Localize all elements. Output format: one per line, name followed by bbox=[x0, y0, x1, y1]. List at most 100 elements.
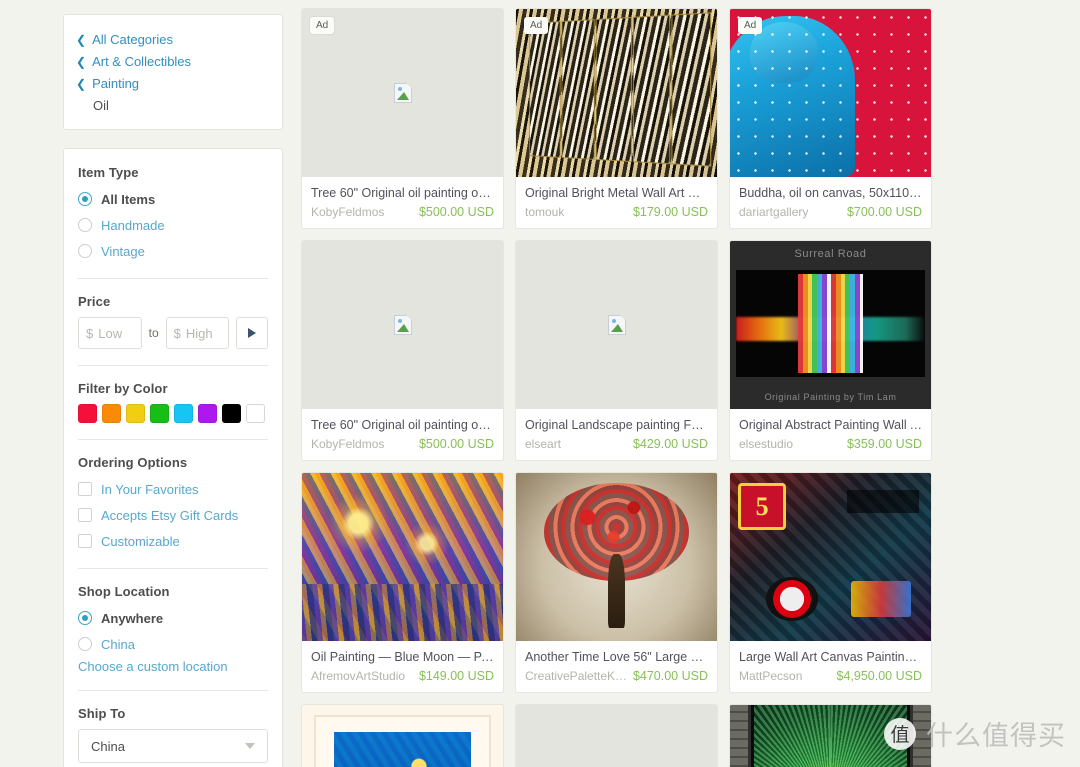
color-swatch-yellow[interactable] bbox=[126, 404, 145, 423]
listing-artwork-empty bbox=[516, 705, 717, 767]
listing-meta: Original Abstract Painting Wall Art ... … bbox=[730, 409, 931, 460]
listing-thumbnail[interactable] bbox=[516, 705, 717, 767]
divider bbox=[78, 568, 268, 569]
listing-thumbnail[interactable] bbox=[730, 705, 931, 767]
ad-badge: Ad bbox=[524, 17, 549, 34]
listing-card[interactable]: Ad Original Bright Metal Wall Art Mode..… bbox=[515, 8, 718, 229]
listing-price: $429.00 USD bbox=[632, 437, 708, 451]
price-low-input[interactable]: $ Low bbox=[78, 317, 142, 349]
color-swatch-green[interactable] bbox=[150, 404, 169, 423]
play-triangle-icon bbox=[248, 328, 257, 338]
radio-icon[interactable] bbox=[78, 218, 92, 232]
listing-thumbnail[interactable]: Ad bbox=[302, 9, 503, 177]
listing-card[interactable]: Tree 60" Original oil painting on ca... … bbox=[301, 240, 504, 461]
filters-panel: Item Type All Items Handmade Vintage Pri… bbox=[63, 148, 283, 767]
shop-location-option-china[interactable]: China bbox=[78, 633, 268, 655]
item-type-option-handmade[interactable]: Handmade bbox=[78, 214, 268, 236]
price-filter-row: $ Low to $ High bbox=[78, 317, 268, 349]
radio-icon[interactable] bbox=[78, 611, 92, 625]
shop-location-heading: Shop Location bbox=[78, 584, 170, 599]
listing-card[interactable] bbox=[515, 704, 718, 767]
category-link-art-collectibles[interactable]: ❮ Art & Collectibles bbox=[76, 51, 270, 73]
ordering-option-accepts-etsy-gift-cards[interactable]: Accepts Etsy Gift Cards bbox=[78, 504, 268, 526]
listing-shop-price-row: dariartgallery $700.00 USD bbox=[739, 205, 922, 219]
ship-to-select[interactable]: China bbox=[78, 729, 268, 763]
listing-thumbnail[interactable]: Surreal Road Original Painting by Tim La… bbox=[730, 241, 931, 409]
listing-card[interactable]: Surreal Road Original Painting by Tim La… bbox=[729, 240, 932, 461]
ordering-option-customizable[interactable]: Customizable bbox=[78, 530, 268, 552]
category-link-painting[interactable]: ❮ Painting bbox=[76, 73, 270, 95]
divider bbox=[78, 278, 268, 279]
listing-shop-name: KobyFeldmos bbox=[311, 437, 385, 451]
listing-price: $149.00 USD bbox=[418, 669, 494, 683]
listing-thumbnail[interactable] bbox=[730, 473, 931, 641]
listing-price: $470.00 USD bbox=[632, 669, 708, 683]
listing-title: Tree 60" Original oil painting on ca... bbox=[311, 418, 494, 432]
listing-title: Original Landscape painting Forest... bbox=[525, 418, 708, 432]
shop-location-option-anywhere[interactable]: Anywhere bbox=[78, 607, 268, 629]
category-label: Painting bbox=[92, 76, 140, 91]
listing-price: $179.00 USD bbox=[632, 205, 708, 219]
listing-card[interactable] bbox=[301, 704, 504, 767]
item-type-option-vintage[interactable]: Vintage bbox=[78, 240, 268, 262]
listing-shop-name: KobyFeldmos bbox=[311, 205, 385, 219]
listing-thumbnail[interactable]: Ad bbox=[516, 9, 717, 177]
color-swatch-purple[interactable] bbox=[198, 404, 217, 423]
listing-shop-price-row: tomouk $179.00 USD bbox=[525, 205, 708, 219]
listing-price: $500.00 USD bbox=[418, 437, 494, 451]
price-to-label: to bbox=[148, 326, 159, 340]
listing-artwork-green-metal bbox=[730, 705, 931, 767]
checkbox-icon[interactable] bbox=[78, 508, 92, 522]
listing-card[interactable]: Ad Buddha, oil on canvas, 50x110 cm, ...… bbox=[729, 8, 932, 229]
listing-price: $700.00 USD bbox=[846, 205, 922, 219]
listing-card[interactable]: Original Landscape painting Forest... el… bbox=[515, 240, 718, 461]
price-submit-button[interactable] bbox=[236, 317, 268, 349]
listing-shop-price-row: KobyFeldmos $500.00 USD bbox=[311, 205, 494, 219]
listing-card[interactable]: Another Time Love 56" Large Oil L... Cre… bbox=[515, 472, 718, 693]
color-swatch-white[interactable] bbox=[246, 404, 265, 423]
ordering-option-in-your-favorites[interactable]: In Your Favorites bbox=[78, 478, 268, 500]
option-label: Vintage bbox=[101, 243, 145, 259]
category-label: All Categories bbox=[92, 32, 173, 47]
search-results-page: ❮ All Categories ❮ Art & Collectibles ❮ … bbox=[0, 0, 1080, 767]
listing-thumbnail[interactable] bbox=[516, 241, 717, 409]
listing-shop-price-row: elsestudio $359.00 USD bbox=[739, 437, 922, 451]
listing-card[interactable]: Oil Painting — Blue Moon — PALETT... Afr… bbox=[301, 472, 504, 693]
ad-badge: Ad bbox=[738, 17, 763, 34]
listing-card[interactable]: Large Wall Art Canvas Painting Ori... Ma… bbox=[729, 472, 932, 693]
listing-thumbnail[interactable] bbox=[302, 705, 503, 767]
checkbox-icon[interactable] bbox=[78, 482, 92, 496]
category-link-all-categories[interactable]: ❮ All Categories bbox=[76, 29, 270, 51]
color-swatch-red[interactable] bbox=[78, 404, 97, 423]
listing-thumbnail[interactable]: Ad bbox=[730, 9, 931, 177]
listing-meta: Original Landscape painting Forest... el… bbox=[516, 409, 717, 460]
price-high-input[interactable]: $ High bbox=[165, 317, 230, 349]
option-label: Handmade bbox=[101, 217, 165, 233]
option-label: China bbox=[101, 636, 135, 652]
color-swatch-black[interactable] bbox=[222, 404, 241, 423]
chevron-down-icon bbox=[245, 743, 255, 749]
chevron-left-icon: ❮ bbox=[76, 77, 87, 91]
choose-custom-location-link[interactable]: Choose a custom location bbox=[78, 659, 268, 674]
radio-icon[interactable] bbox=[78, 244, 92, 258]
color-swatch-list bbox=[78, 404, 268, 423]
listing-card[interactable]: Ad Tree 60" Original oil painting on ca.… bbox=[301, 8, 504, 229]
chevron-left-icon: ❮ bbox=[76, 33, 87, 47]
artwork-caption-bottom: Original Painting by Tim Lam bbox=[764, 392, 897, 403]
radio-icon[interactable] bbox=[78, 192, 92, 206]
listing-shop-name: dariartgallery bbox=[739, 205, 809, 219]
listing-thumbnail[interactable] bbox=[516, 473, 717, 641]
listing-title: Oil Painting — Blue Moon — PALETT... bbox=[311, 650, 494, 664]
listing-thumbnail[interactable] bbox=[302, 241, 503, 409]
color-swatch-orange[interactable] bbox=[102, 404, 121, 423]
radio-icon[interactable] bbox=[78, 637, 92, 651]
color-swatch-cyan[interactable] bbox=[174, 404, 193, 423]
listing-meta: Tree 60" Original oil painting on ca... … bbox=[302, 409, 503, 460]
item-type-option-all-items[interactable]: All Items bbox=[78, 188, 268, 210]
ship-to-heading: Ship To bbox=[78, 706, 126, 721]
listing-thumbnail[interactable] bbox=[302, 473, 503, 641]
checkbox-icon[interactable] bbox=[78, 534, 92, 548]
listing-price: $4,950.00 USD bbox=[836, 669, 922, 683]
listing-card[interactable] bbox=[729, 704, 932, 767]
divider bbox=[78, 439, 268, 440]
